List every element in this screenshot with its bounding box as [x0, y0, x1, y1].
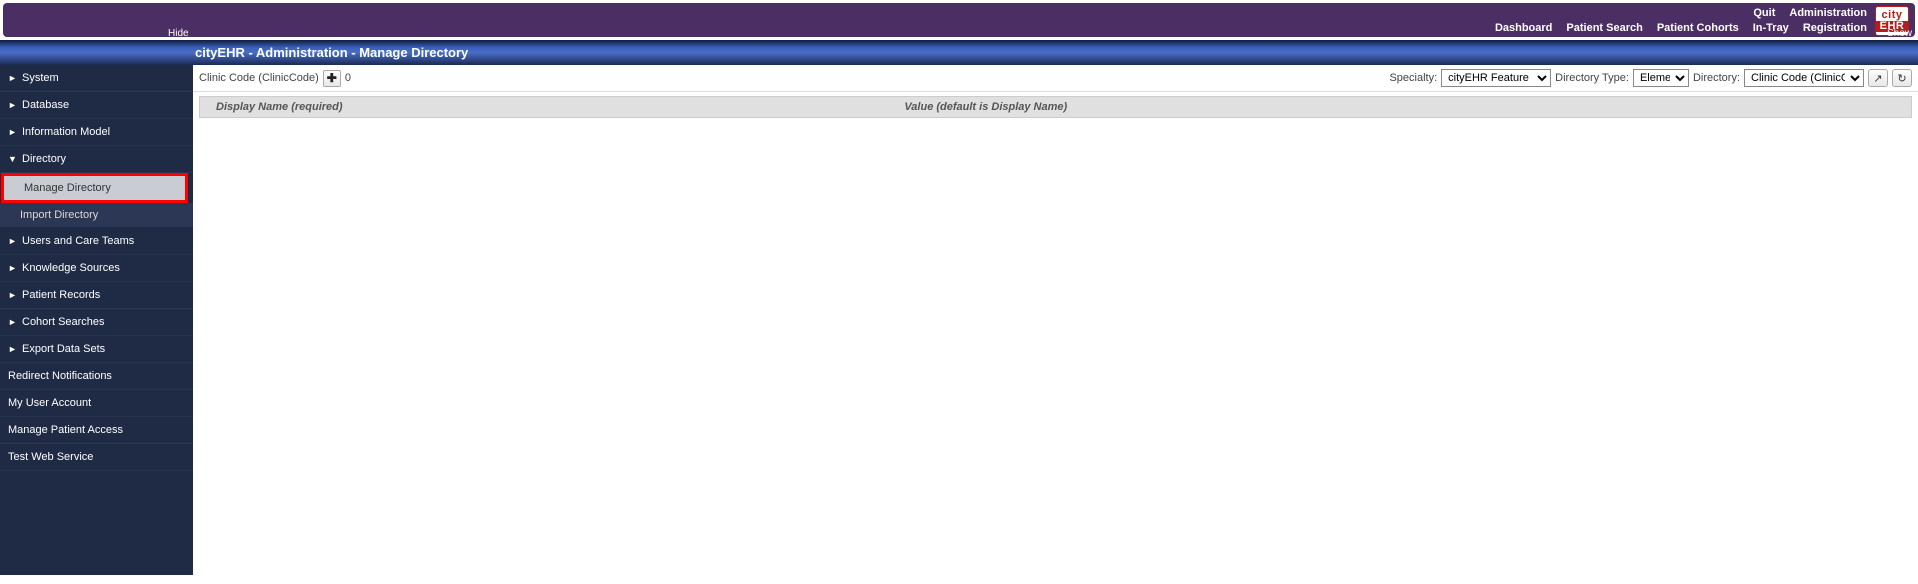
sidebar-item-label: Knowledge Sources: [22, 262, 120, 274]
sidebar-item-label: Patient Records: [22, 289, 100, 301]
directory-label: Directory:: [1693, 72, 1740, 84]
specialty-label: Specialty:: [1389, 72, 1437, 84]
plus-icon: ✚: [327, 71, 337, 85]
triangle-right-icon: ►: [8, 127, 18, 137]
page-title: cityEHR - Administration - Manage Direct…: [195, 45, 468, 60]
clinic-code-label: Clinic Code (ClinicCode): [199, 72, 319, 84]
sidebar-item-label: Cohort Searches: [22, 316, 105, 328]
topbar-links: Quit Administration Dashboard Patient Se…: [1495, 5, 1867, 35]
sidebar-item-users-and-care-teams[interactable]: ► Users and Care Teams: [0, 228, 193, 255]
export-icon: ↗: [1873, 72, 1882, 85]
triangle-down-icon: ▼: [8, 154, 18, 164]
patient-search-link[interactable]: Patient Search: [1566, 22, 1642, 34]
triangle-right-icon: ►: [8, 236, 18, 246]
count-label: 0: [345, 72, 351, 84]
sidebar-item-label: Redirect Notifications: [8, 370, 112, 382]
sidebar-item-label: Database: [22, 99, 69, 111]
title-bar: cityEHR - Administration - Manage Direct…: [0, 40, 1918, 65]
dashboard-link[interactable]: Dashboard: [1495, 22, 1552, 34]
administration-link[interactable]: Administration: [1789, 7, 1867, 19]
sidebar-item-label: My User Account: [8, 397, 91, 409]
topbar-row-2: Dashboard Patient Search Patient Cohorts…: [1495, 22, 1867, 34]
directory-select[interactable]: Clinic Code (ClinicCode): [1744, 69, 1864, 87]
sidebar-item-system[interactable]: ► System: [0, 65, 193, 92]
sidebar-item-test-web-service[interactable]: Test Web Service: [0, 444, 193, 471]
th-display-name: Display Name (required): [216, 101, 904, 113]
sidebar: ► System ► Database ► Information Model ▼ Direc…: [0, 65, 193, 575]
main-area: ► System ► Database ► Information Model ▼ Direc…: [0, 65, 1918, 575]
triangle-right-icon: ►: [8, 263, 18, 273]
triangle-right-icon: ►: [8, 317, 18, 327]
sidebar-item-knowledge-sources[interactable]: ► Knowledge Sources: [0, 255, 193, 282]
sidebar-item-manage-patient-access[interactable]: Manage Patient Access: [0, 417, 193, 444]
sidebar-item-patient-records[interactable]: ► Patient Records: [0, 282, 193, 309]
sidebar-item-label: Directory: [22, 153, 66, 165]
sidebar-item-cohort-searches[interactable]: ► Cohort Searches: [0, 309, 193, 336]
hide-sidebar-toggle[interactable]: Hide: [168, 28, 189, 39]
specialty-select[interactable]: cityEHR Feature Demo: [1441, 69, 1551, 87]
sidebar-subitem-manage-directory[interactable]: Manage Directory: [1, 173, 188, 203]
directory-type-select[interactable]: Element: [1633, 69, 1689, 87]
table-header: Display Name (required) Value (default i…: [199, 96, 1912, 118]
triangle-right-icon: ►: [8, 73, 18, 83]
toolbar: Clinic Code (ClinicCode) ✚ 0 Specialty: …: [193, 65, 1918, 92]
triangle-right-icon: ►: [8, 100, 18, 110]
sidebar-item-redirect-notifications[interactable]: Redirect Notifications: [0, 363, 193, 390]
sidebar-subitem-import-directory[interactable]: Import Directory: [0, 203, 193, 228]
refresh-icon: ↻: [1897, 72, 1906, 85]
registration-link[interactable]: Registration: [1803, 22, 1867, 34]
export-button[interactable]: ↗: [1868, 69, 1888, 87]
sidebar-item-database[interactable]: ► Database: [0, 92, 193, 119]
content-area: Clinic Code (ClinicCode) ✚ 0 Specialty: …: [193, 65, 1918, 575]
show-panel-toggle[interactable]: Show: [1887, 28, 1912, 39]
in-tray-link[interactable]: In-Tray: [1753, 22, 1789, 34]
th-value: Value (default is Display Name): [904, 101, 1895, 113]
sidebar-item-label: System: [22, 72, 59, 84]
refresh-button[interactable]: ↻: [1892, 69, 1912, 87]
triangle-right-icon: ►: [8, 344, 18, 354]
sidebar-item-label: Users and Care Teams: [22, 235, 134, 247]
add-button[interactable]: ✚: [323, 70, 341, 87]
quit-link[interactable]: Quit: [1753, 7, 1775, 19]
sidebar-item-directory[interactable]: ▼ Directory: [0, 146, 193, 173]
sidebar-item-export-data-sets[interactable]: ► Export Data Sets: [0, 336, 193, 363]
topbar: Quit Administration Dashboard Patient Se…: [3, 3, 1915, 37]
sidebar-item-label: Export Data Sets: [22, 343, 105, 355]
sidebar-item-label: Information Model: [22, 126, 110, 138]
sidebar-item-information-model[interactable]: ► Information Model: [0, 119, 193, 146]
sidebar-item-label: Test Web Service: [8, 451, 93, 463]
sidebar-item-label: Manage Patient Access: [8, 424, 123, 436]
topbar-row-1: Quit Administration: [1753, 7, 1867, 19]
triangle-right-icon: ►: [8, 290, 18, 300]
sidebar-item-my-user-account[interactable]: My User Account: [0, 390, 193, 417]
toolbar-left: Clinic Code (ClinicCode) ✚ 0: [199, 70, 351, 87]
directory-type-label: Directory Type:: [1555, 72, 1629, 84]
patient-cohorts-link[interactable]: Patient Cohorts: [1657, 22, 1739, 34]
